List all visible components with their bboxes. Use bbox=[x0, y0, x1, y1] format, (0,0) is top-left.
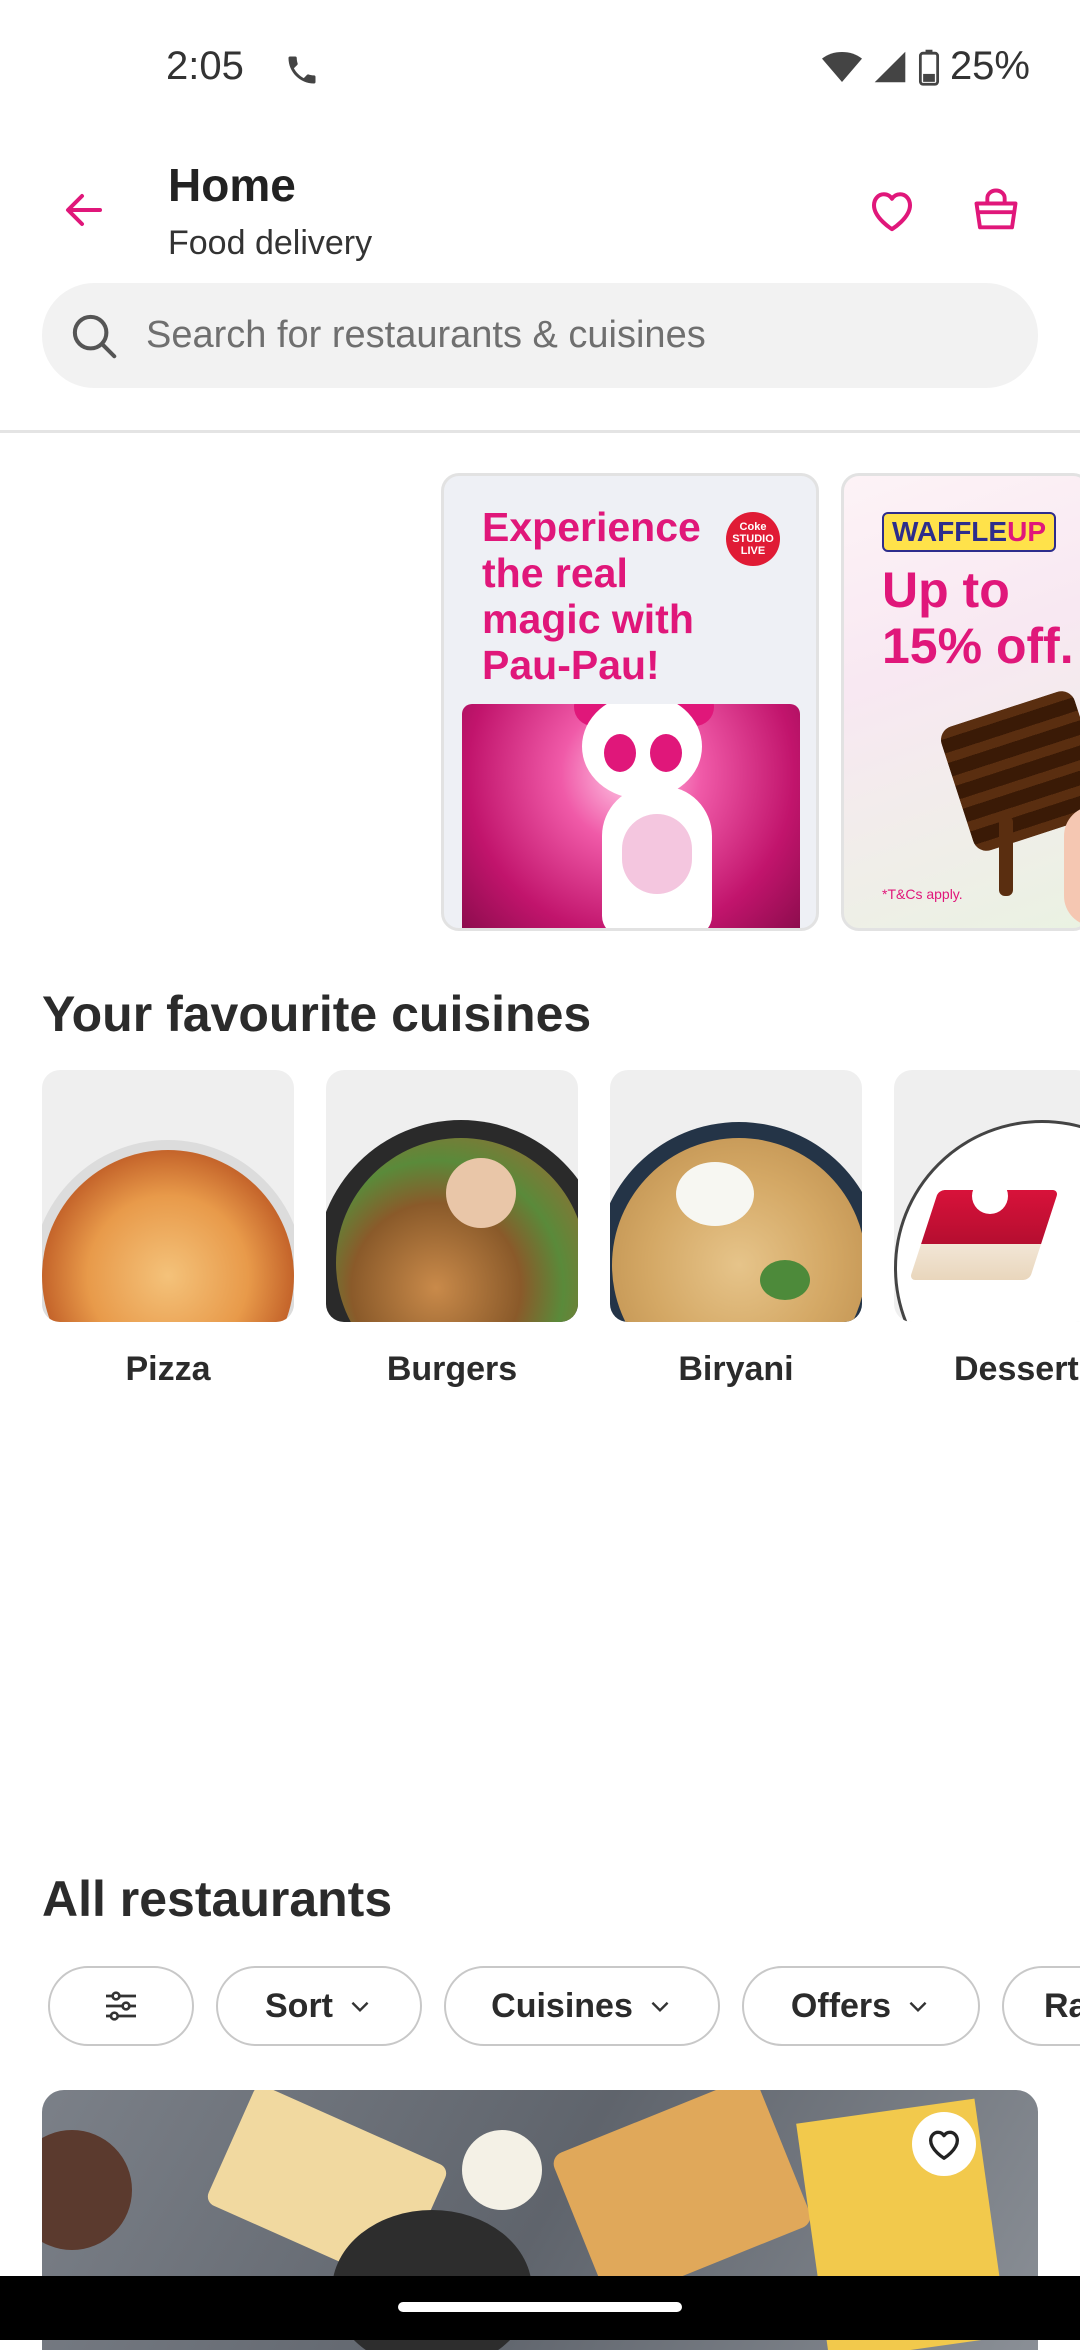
search-icon bbox=[64, 306, 124, 366]
heart-icon bbox=[871, 192, 913, 232]
battery-icon bbox=[918, 49, 939, 86]
offers-chip[interactable]: Offers bbox=[742, 1966, 980, 2046]
chip-label: Ra bbox=[1044, 1986, 1080, 2025]
cuisine-pizza[interactable] bbox=[42, 1070, 294, 1322]
cuisine-label: Biryani bbox=[678, 1350, 794, 1388]
promo-banner-pau-pau[interactable]: Experience the real magic with Pau-Pau! … bbox=[441, 473, 819, 931]
heart-icon bbox=[929, 2130, 959, 2160]
status-indicators: 25% bbox=[821, 44, 1030, 89]
banner-offer-text: Up to 15% off. bbox=[882, 562, 1074, 674]
panda-mascot-image bbox=[462, 704, 800, 928]
filter-button[interactable] bbox=[48, 1966, 194, 2046]
chip-label: Offers bbox=[790, 1986, 892, 2025]
status-time: 2:05 bbox=[166, 44, 244, 88]
terms-text: *T&Cs apply. bbox=[882, 886, 963, 902]
all-restaurants-title: All restaurants bbox=[42, 1871, 393, 1927]
phone-call-icon bbox=[288, 56, 316, 84]
battery-percent: 25% bbox=[949, 44, 1030, 88]
cuisines-title: Your favourite cuisines bbox=[42, 986, 592, 1042]
cuisine-label: Burgers bbox=[386, 1350, 518, 1388]
shopping-bag-icon bbox=[974, 188, 1018, 230]
chip-label: Sort bbox=[265, 1986, 333, 2025]
arrow-left-icon bbox=[66, 194, 102, 226]
page-title: Home bbox=[168, 159, 296, 211]
cuisine-label: Pizza bbox=[125, 1350, 211, 1388]
chevron-down-icon bbox=[909, 2001, 927, 2013]
sort-chip[interactable]: Sort bbox=[216, 1966, 422, 2046]
ratings-chip[interactable]: Ra bbox=[1002, 1966, 1080, 2046]
header-divider bbox=[0, 430, 1080, 433]
banner-headline: Experience the real magic with Pau-Pau! bbox=[482, 504, 701, 688]
cuisine-biryani[interactable] bbox=[610, 1070, 862, 1322]
cuisine-burgers[interactable] bbox=[326, 1070, 578, 1322]
cuisine-dessert[interactable] bbox=[894, 1070, 1080, 1322]
search-bar[interactable]: Search for restaurants & cuisines bbox=[42, 283, 1038, 388]
home-gesture-handle[interactable] bbox=[398, 2302, 682, 2312]
hand-image bbox=[1064, 806, 1080, 926]
cuisine-label: Dessert bbox=[954, 1350, 1079, 1388]
back-button[interactable] bbox=[50, 176, 118, 244]
cuisines-chip[interactable]: Cuisines bbox=[444, 1966, 720, 2046]
page-subtitle: Food delivery bbox=[168, 224, 373, 262]
waffle-up-logo: WAFFLEUP bbox=[882, 512, 1056, 552]
search-placeholder: Search for restaurants & cuisines bbox=[146, 314, 706, 356]
chevron-down-icon bbox=[651, 2001, 669, 2013]
waffle-stick bbox=[999, 816, 1013, 896]
favourites-button[interactable] bbox=[858, 176, 926, 244]
favourite-restaurant-button[interactable] bbox=[912, 2112, 976, 2176]
chip-label: Cuisines bbox=[491, 1986, 633, 2025]
sliders-icon bbox=[106, 1991, 136, 2021]
wifi-icon bbox=[821, 51, 862, 82]
cell-signal-icon bbox=[874, 51, 906, 82]
coke-studio-logo: Coke STUDIO LIVE bbox=[726, 512, 780, 566]
cart-button[interactable] bbox=[962, 176, 1030, 244]
promo-banner-waffle-up[interactable]: WAFFLEUP Up to 15% off. *T&Cs apply. bbox=[841, 473, 1080, 931]
chevron-down-icon bbox=[351, 2001, 369, 2013]
